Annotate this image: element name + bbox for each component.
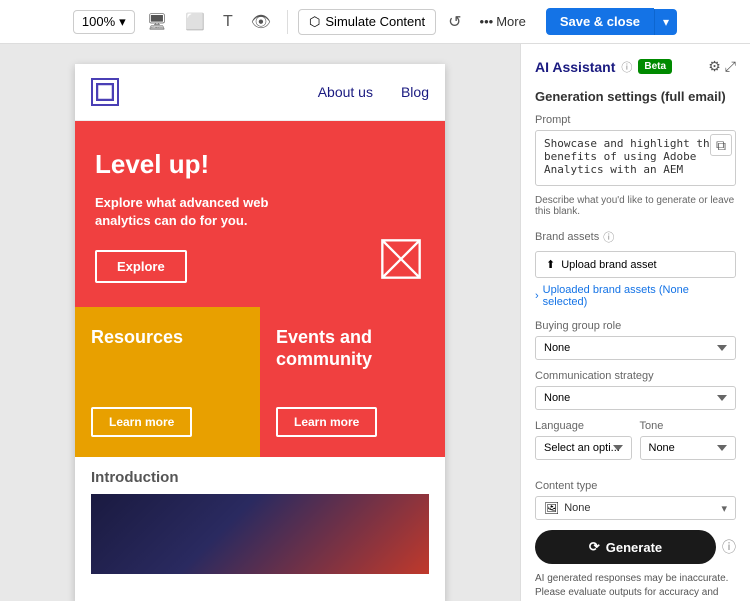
resources-title: Resources <box>91 327 244 349</box>
resources-column: Resources Learn more <box>75 307 260 457</box>
uploaded-assets-label: Uploaded brand assets (None selected) <box>543 284 736 308</box>
info-icon[interactable]: ⓘ <box>621 59 632 75</box>
simulate-content-button[interactable]: ⬡ Simulate Content <box>298 9 436 35</box>
canvas-area: About us Blog Level up! Explore what adv… <box>0 44 520 601</box>
hero-graphic <box>373 231 429 287</box>
language-select[interactable]: Select an opti... <box>535 436 632 460</box>
panel-top-icons: ⚙ ⤢ <box>708 58 736 75</box>
content-type-label: Content type <box>535 480 736 492</box>
intro-section: Introduction <box>75 457 445 574</box>
content-type-chevron-icon: ▾ <box>721 502 727 515</box>
nav-blog-link[interactable]: Blog <box>401 84 429 100</box>
zoom-selector[interactable]: 100% ▾ <box>73 10 135 34</box>
generate-label: Generate <box>606 540 662 555</box>
language-tone-row: Language Select an opti... Tone None <box>535 420 736 470</box>
content-type-value: None <box>564 502 721 514</box>
comm-strategy-select[interactable]: None <box>535 386 736 410</box>
prompt-row: ⧉ <box>535 130 736 191</box>
zoom-value: 100% <box>82 14 115 29</box>
hero-heading: Level up! <box>95 149 425 180</box>
page-nav: About us Blog <box>75 64 445 121</box>
two-col-section: Resources Learn more Events and communit… <box>75 307 445 457</box>
simulate-label: Simulate Content <box>325 14 425 29</box>
resources-learn-more-button[interactable]: Learn more <box>91 407 192 437</box>
tone-label: Tone <box>640 420 737 432</box>
content-type-field: Content type 🖼 None ▾ <box>535 480 736 520</box>
logo-icon <box>96 83 114 101</box>
disclaimer-main: AI generated responses may be inaccurate… <box>535 573 728 601</box>
hero-section: Level up! Explore what advanced web anal… <box>75 121 445 307</box>
settings-icon[interactable]: ⚙ <box>708 58 721 75</box>
brand-assets-label: Brand assets <box>535 231 599 243</box>
tone-select[interactable]: None <box>640 436 737 460</box>
panel-header: AI Assistant ⓘ Beta ⚙ ⤢ <box>535 58 736 75</box>
generate-info-icon[interactable]: ⓘ <box>722 537 736 557</box>
prompt-textarea[interactable] <box>535 130 736 186</box>
events-title: Events and community <box>276 327 429 370</box>
content-type-icon: 🖼 <box>544 501 559 515</box>
desktop-view-button[interactable]: 🖥 <box>141 8 173 36</box>
more-button[interactable]: ••• More <box>474 10 532 33</box>
expand-icon[interactable]: ⤢ <box>725 58 736 75</box>
hero-subtext: Explore what advanced web analytics can … <box>95 194 275 230</box>
more-label: More <box>496 14 526 29</box>
events-learn-more-button[interactable]: Learn more <box>276 407 377 437</box>
disclaimer-text: AI generated responses may be inaccurate… <box>535 572 736 601</box>
content-type-row: 🖼 None ▾ <box>535 496 736 520</box>
explore-button[interactable]: Explore <box>95 250 187 283</box>
undo-button[interactable]: ↺ <box>442 8 467 36</box>
intro-image <box>91 494 429 574</box>
language-label: Language <box>535 420 632 432</box>
generate-row: ⟳ Generate ⓘ <box>535 530 736 564</box>
comm-strategy-field: Communication strategy None <box>535 370 736 410</box>
zoom-chevron-icon: ▾ <box>119 14 126 30</box>
brand-info-icon[interactable]: ⓘ <box>603 229 614 245</box>
nav-about-link[interactable]: About us <box>318 84 373 100</box>
save-close-dropdown-button[interactable]: ▾ <box>654 9 677 35</box>
toolbar-center: 100% ▾ 🖥 ⬜ T 👁 ⬡ Simulate Content ↺ ••• … <box>73 8 677 36</box>
language-field: Language Select an opti... <box>535 420 632 460</box>
save-close-button[interactable]: Save & close <box>546 8 654 35</box>
upload-brand-button[interactable]: ⬆ Upload brand asset <box>535 251 736 278</box>
text-view-button[interactable]: T <box>217 9 239 35</box>
upload-brand-label: Upload brand asset <box>561 259 656 271</box>
tone-field: Tone None <box>640 420 737 460</box>
uploaded-assets-toggle[interactable]: › Uploaded brand assets (None selected) <box>535 284 736 308</box>
beta-badge: Beta <box>638 59 672 74</box>
page-nav-links: About us Blog <box>318 84 429 100</box>
preview-button[interactable]: 👁 <box>245 8 277 36</box>
generate-button[interactable]: ⟳ Generate <box>535 530 716 564</box>
comm-strategy-label: Communication strategy <box>535 370 736 382</box>
prompt-label: Prompt <box>535 114 736 126</box>
simulate-icon: ⬡ <box>309 14 320 30</box>
save-close-group: Save & close ▾ <box>546 8 677 35</box>
canvas-page: About us Blog Level up! Explore what adv… <box>75 64 445 601</box>
brand-assets-label-row: Brand assets ⓘ <box>535 229 736 245</box>
panel-title: AI Assistant <box>535 59 615 75</box>
main-area: About us Blog Level up! Explore what adv… <box>0 44 750 601</box>
logo <box>91 78 119 106</box>
section-title: Generation settings (full email) <box>535 89 736 104</box>
more-dots-icon: ••• <box>480 14 494 29</box>
intro-title: Introduction <box>91 469 429 486</box>
copy-icon[interactable]: ⧉ <box>710 134 732 156</box>
chevron-right-icon: › <box>535 290 539 302</box>
buying-group-label: Buying group role <box>535 320 736 332</box>
upload-icon: ⬆ <box>546 258 555 271</box>
hero-diamond-icon <box>373 231 429 287</box>
toolbar: 100% ▾ 🖥 ⬜ T 👁 ⬡ Simulate Content ↺ ••• … <box>0 0 750 44</box>
events-column: Events and community Learn more <box>260 307 445 457</box>
generate-icon: ⟳ <box>589 539 600 555</box>
ai-assistant-panel: AI Assistant ⓘ Beta ⚙ ⤢ Generation setti… <box>520 44 750 601</box>
prompt-hint: Describe what you'd like to generate or … <box>535 195 736 217</box>
buying-group-select[interactable]: None <box>535 336 736 360</box>
tablet-view-button[interactable]: ⬜ <box>179 8 211 36</box>
buying-group-field: Buying group role None <box>535 320 736 360</box>
